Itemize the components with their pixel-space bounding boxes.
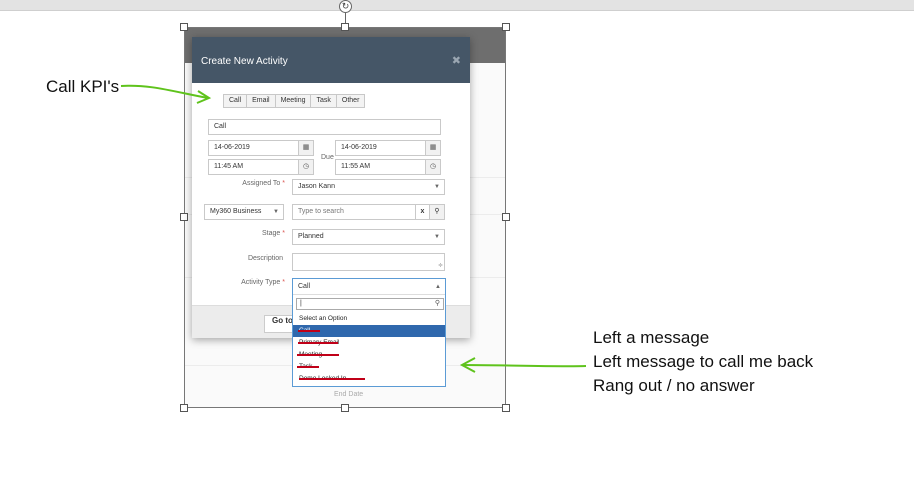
kpi-arrow	[120, 84, 209, 99]
annotation-line: Left message to call me back	[593, 352, 814, 371]
annotation-arrows	[120, 84, 587, 373]
annotation-line: Rang out / no answer	[593, 376, 755, 395]
options-annotation: Left a message Left message to call me b…	[593, 326, 813, 398]
annotation-line: Left a message	[593, 328, 710, 347]
options-arrow	[462, 364, 587, 368]
